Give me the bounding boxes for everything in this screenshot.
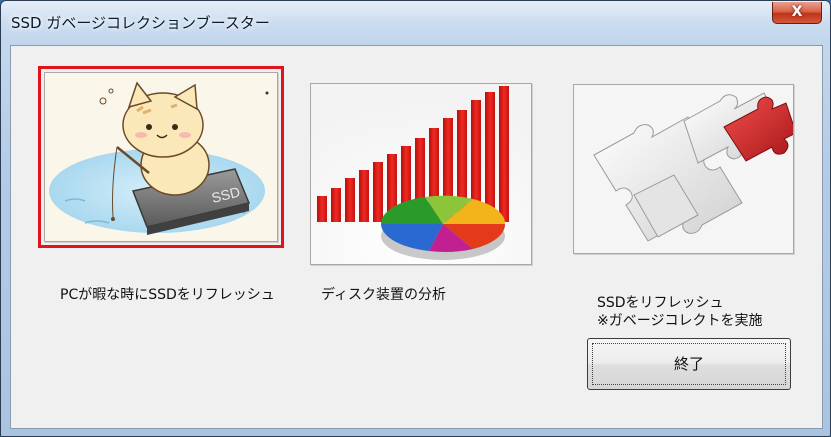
close-button[interactable]: X xyxy=(772,2,822,24)
bar-and-pie-chart-icon xyxy=(311,84,531,264)
jigsaw-puzzle-icon xyxy=(574,85,793,253)
dialog-client-area: SSD PCが暇な時にSSDをリフレッシュ ディスク装置の分析 SSDをリフレッ… xyxy=(10,45,823,429)
title-bar[interactable]: SSD ガベージコレクションブースター X xyxy=(1,1,830,45)
disk-analysis-caption: ディスク装置の分析 xyxy=(321,287,447,303)
disk-analysis-button[interactable] xyxy=(310,83,532,265)
app-window: SSD ガベージコレクションブースター X SSD PCが暇な時にSSDをリフレ… xyxy=(0,0,831,437)
cat-on-ssd-icon: SSD xyxy=(45,73,277,241)
exit-button[interactable]: 終了 xyxy=(587,338,791,390)
refresh-ssd-caption-line2: ※ガベージコレクトを実施 xyxy=(597,313,763,329)
refresh-when-idle-caption: PCが暇な時にSSDをリフレッシュ xyxy=(60,287,275,303)
refresh-ssd-button[interactable] xyxy=(573,84,794,254)
refresh-when-idle-button[interactable]: SSD xyxy=(38,66,284,248)
window-title: SSD ガベージコレクションブースター xyxy=(11,14,270,32)
refresh-ssd-caption-line1: SSDをリフレッシュ xyxy=(597,295,724,311)
